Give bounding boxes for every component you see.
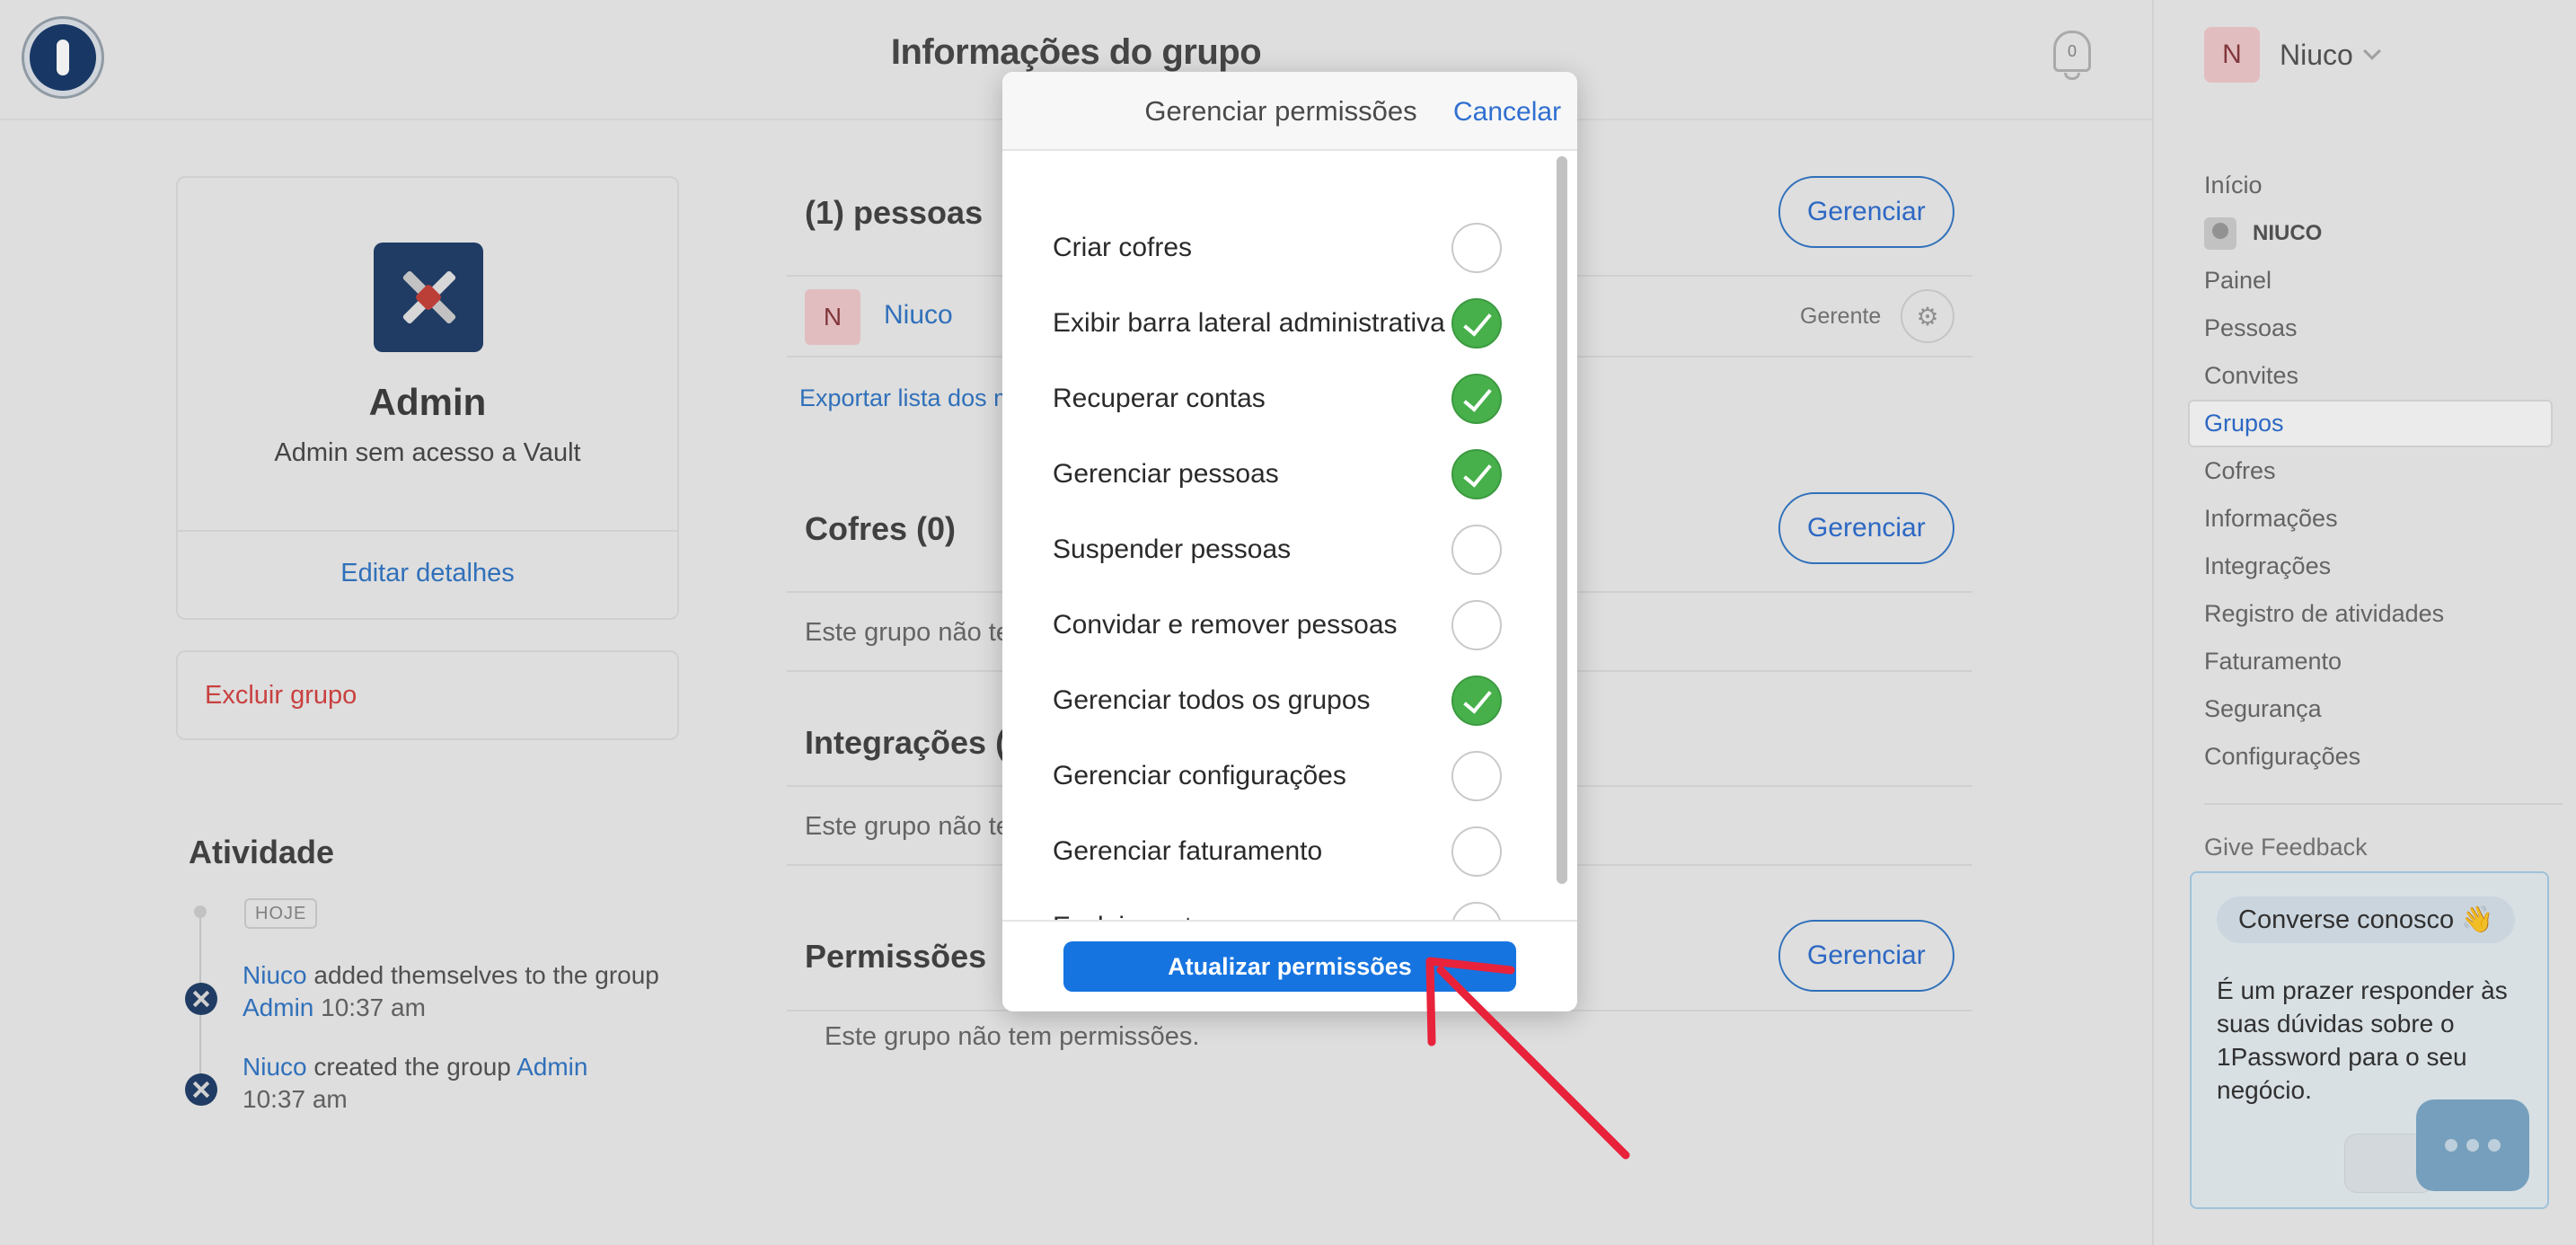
permission-checkbox[interactable] [1451,223,1502,273]
permission-row[interactable]: Recuperar contas [1053,361,1502,437]
permission-row[interactable]: Suspender pessoas [1053,512,1502,587]
permission-checkbox[interactable] [1451,298,1502,349]
permission-label: Gerenciar configurações [1053,761,1346,790]
permission-label: Gerenciar pessoas [1053,459,1279,489]
permissions-list: Criar cofres Exibir barra lateral admini… [1002,153,1577,993]
permission-label: Criar cofres [1053,233,1193,262]
permission-label: Recuperar contas [1053,384,1266,413]
permission-checkbox[interactable] [1451,449,1502,499]
permission-label: Suspender pessoas [1053,534,1292,564]
permission-label: Gerenciar faturamento [1053,836,1323,866]
permission-row[interactable]: Gerenciar faturamento [1053,814,1502,889]
permission-checkbox[interactable] [1451,826,1502,877]
modal-title: Gerenciar permissões [1144,95,1417,127]
permission-row[interactable]: Gerenciar pessoas [1053,437,1502,512]
scrollbar-thumb[interactable] [1557,156,1567,884]
modal-scrollbar[interactable] [1552,156,1570,887]
permission-label: Convidar e remover pessoas [1053,610,1398,640]
annotation-arrow-icon [1425,957,1630,1160]
permission-row[interactable]: Exibir barra lateral administrativa [1053,286,1502,361]
permission-row[interactable]: Convidar e remover pessoas [1053,587,1502,663]
permission-checkbox[interactable] [1451,525,1502,575]
permission-checkbox[interactable] [1451,600,1502,650]
permission-row[interactable]: Gerenciar todos os grupos [1053,663,1502,738]
cancel-button[interactable]: Cancelar [1453,97,1561,128]
permission-row[interactable]: Gerenciar configurações [1053,738,1502,814]
permission-label: Exibir barra lateral administrativa [1053,308,1445,338]
permission-checkbox[interactable] [1451,374,1502,424]
permission-checkbox[interactable] [1451,751,1502,801]
app-page: Informações do grupo 0 Admin Admin sem a… [0,0,2576,1245]
manage-permissions-modal: Gerenciar permissões Cancelar Criar cofr… [1002,72,1577,1011]
permission-checkbox[interactable] [1451,675,1502,726]
permission-row[interactable]: Criar cofres [1053,210,1502,286]
permission-label: Gerenciar todos os grupos [1053,685,1371,715]
modal-header: Gerenciar permissões Cancelar [1002,72,1577,151]
